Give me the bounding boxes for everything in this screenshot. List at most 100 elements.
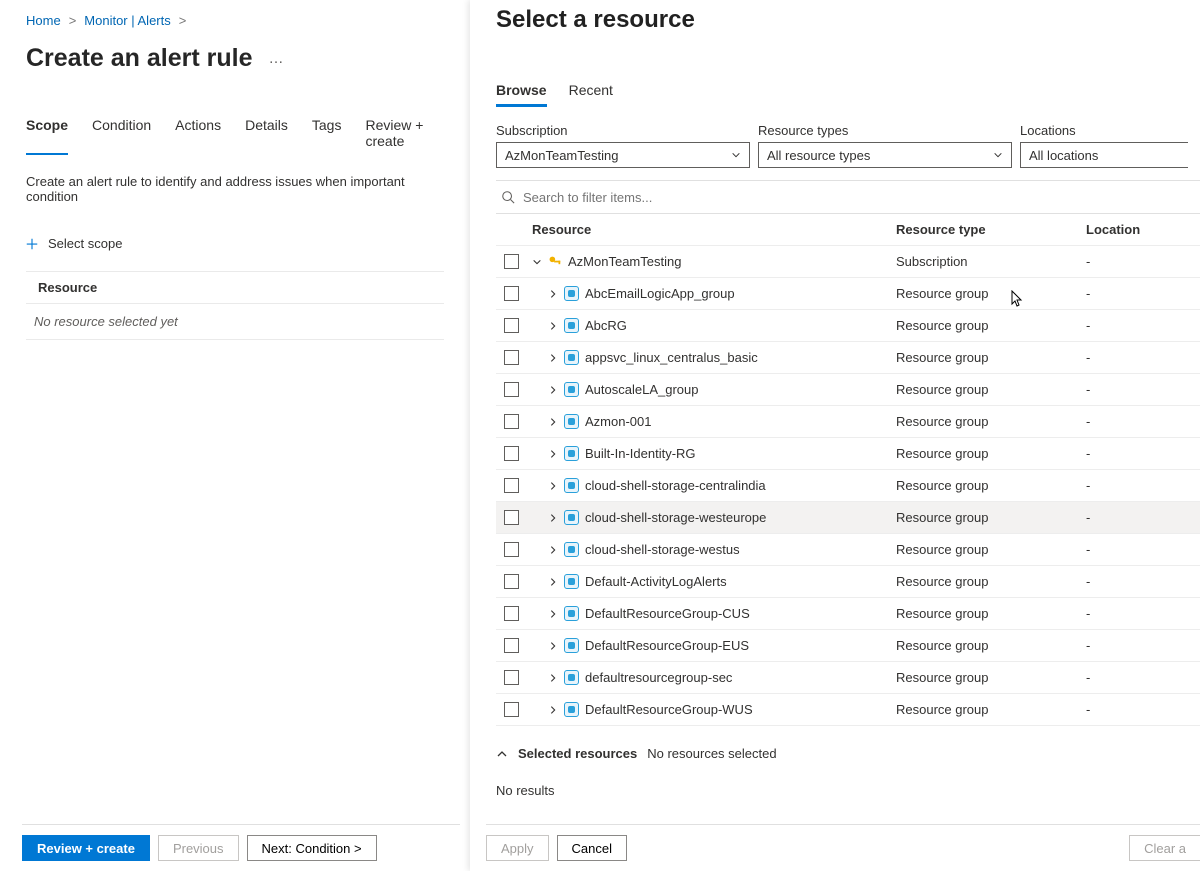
row-location: -	[1086, 382, 1196, 397]
no-results-text: No results	[496, 783, 1200, 798]
select-scope-label: Select scope	[48, 236, 122, 251]
row-location: -	[1086, 670, 1196, 685]
select-resource-panel: Select a resource Browse Recent Subscrip…	[470, 0, 1200, 871]
table-row[interactable]: cloud-shell-storage-centralindiaResource…	[496, 470, 1200, 502]
breadcrumb-separator: >	[179, 13, 187, 28]
cancel-button[interactable]: Cancel	[557, 835, 627, 861]
row-checkbox[interactable]	[504, 510, 519, 525]
locations-dropdown[interactable]: All locations	[1020, 142, 1188, 168]
col-location: Location	[1086, 222, 1196, 237]
row-checkbox[interactable]	[504, 478, 519, 493]
chevron-up-icon[interactable]	[496, 748, 508, 760]
table-row[interactable]: cloud-shell-storage-westusResource group…	[496, 534, 1200, 566]
chevron-right-icon[interactable]	[548, 513, 558, 523]
table-row[interactable]: DefaultResourceGroup-WUSResource group-	[496, 694, 1200, 726]
row-resource-name: Azmon-001	[585, 414, 651, 429]
table-row[interactable]: AbcEmailLogicApp_groupResource group-	[496, 278, 1200, 310]
panel-tab-recent[interactable]: Recent	[569, 82, 613, 107]
table-row[interactable]: DefaultResourceGroup-EUSResource group-	[496, 630, 1200, 662]
row-checkbox[interactable]	[504, 382, 519, 397]
chevron-right-icon[interactable]	[548, 673, 558, 683]
row-checkbox[interactable]	[504, 542, 519, 557]
chevron-right-icon[interactable]	[548, 481, 558, 491]
next-condition-button[interactable]: Next: Condition >	[247, 835, 377, 861]
row-resource-type: Resource group	[896, 510, 1086, 525]
row-location: -	[1086, 318, 1196, 333]
chevron-right-icon[interactable]	[548, 353, 558, 363]
table-row[interactable]: cloud-shell-storage-westeurope Resource g…	[496, 502, 1200, 534]
breadcrumb: Home > Monitor | Alerts >	[26, 10, 444, 30]
chevron-right-icon[interactable]	[548, 417, 558, 427]
row-checkbox[interactable]	[504, 318, 519, 333]
row-location: -	[1086, 606, 1196, 621]
resource-group-icon	[564, 638, 579, 653]
locations-label: Locations	[1020, 123, 1188, 138]
row-checkbox[interactable]	[504, 446, 519, 461]
row-resource-name: DefaultResourceGroup-EUS	[585, 638, 749, 653]
table-row[interactable]: Built-In-Identity-RGResource group-	[496, 438, 1200, 470]
previous-button[interactable]: Previous	[158, 835, 239, 861]
chevron-right-icon[interactable]	[548, 609, 558, 619]
chevron-right-icon[interactable]	[548, 385, 558, 395]
resource-types-dropdown[interactable]: All resource types	[758, 142, 1012, 168]
row-location: -	[1086, 254, 1196, 269]
chevron-right-icon[interactable]	[548, 577, 558, 587]
subscription-dropdown[interactable]: AzMonTeamTesting	[496, 142, 750, 168]
resource-column-header: Resource	[26, 271, 444, 304]
row-resource-type: Resource group	[896, 318, 1086, 333]
tab-tags[interactable]: Tags	[312, 117, 342, 155]
panel-tab-browse[interactable]: Browse	[496, 82, 547, 107]
tab-condition[interactable]: Condition	[92, 117, 151, 155]
table-row[interactable]: AutoscaleLA_groupResource group-	[496, 374, 1200, 406]
chevron-right-icon[interactable]	[548, 289, 558, 299]
table-row[interactable]: DefaultResourceGroup-CUSResource group-	[496, 598, 1200, 630]
search-icon	[501, 190, 515, 204]
row-checkbox[interactable]	[504, 350, 519, 365]
chevron-right-icon[interactable]	[548, 641, 558, 651]
search-input[interactable]	[523, 190, 923, 205]
row-resource-name: DefaultResourceGroup-CUS	[585, 606, 750, 621]
chevron-down-icon[interactable]	[532, 257, 542, 267]
tab-review-create[interactable]: Review + create	[365, 117, 444, 155]
chevron-right-icon[interactable]	[548, 321, 558, 331]
row-resource-type: Subscription	[896, 254, 1086, 269]
table-row[interactable]: defaultresourcegroup-secResource group-	[496, 662, 1200, 694]
review-create-button[interactable]: Review + create	[22, 835, 150, 861]
table-row[interactable]: Azmon-001Resource group-	[496, 406, 1200, 438]
chevron-right-icon[interactable]	[548, 449, 558, 459]
apply-button[interactable]: Apply	[486, 835, 549, 861]
row-checkbox[interactable]	[504, 638, 519, 653]
breadcrumb-monitor-alerts[interactable]: Monitor | Alerts	[84, 13, 170, 28]
row-checkbox[interactable]	[504, 702, 519, 717]
row-checkbox[interactable]	[504, 254, 519, 269]
tab-strip: Scope Condition Actions Details Tags Rev…	[26, 117, 444, 156]
table-row[interactable]: appsvc_linux_centralus_basicResource gro…	[496, 342, 1200, 374]
table-row[interactable]: Default-ActivityLogAlertsResource group-	[496, 566, 1200, 598]
row-resource-name: cloud-shell-storage-westeurope	[585, 510, 766, 525]
row-checkbox[interactable]	[504, 670, 519, 685]
resource-group-icon	[564, 478, 579, 493]
tab-scope[interactable]: Scope	[26, 117, 68, 155]
row-checkbox[interactable]	[504, 286, 519, 301]
row-location: -	[1086, 638, 1196, 653]
resource-empty-message: No resource selected yet	[26, 304, 444, 340]
table-row[interactable]: AzMonTeamTestingSubscription-	[496, 246, 1200, 278]
row-checkbox[interactable]	[504, 414, 519, 429]
table-row[interactable]: AbcRGResource group-	[496, 310, 1200, 342]
intro-text: Create an alert rule to identify and add…	[26, 174, 444, 204]
row-resource-type: Resource group	[896, 286, 1086, 301]
tab-actions[interactable]: Actions	[175, 117, 221, 155]
more-actions-button[interactable]: …	[269, 50, 285, 67]
resource-group-icon	[564, 510, 579, 525]
breadcrumb-home[interactable]: Home	[26, 13, 61, 28]
chevron-right-icon[interactable]	[548, 545, 558, 555]
select-scope-button[interactable]: Select scope	[26, 236, 444, 251]
row-resource-type: Resource group	[896, 574, 1086, 589]
clear-all-button[interactable]: Clear a	[1129, 835, 1200, 861]
tab-details[interactable]: Details	[245, 117, 288, 155]
chevron-right-icon[interactable]	[548, 705, 558, 715]
resource-group-icon	[564, 382, 579, 397]
row-checkbox[interactable]	[504, 606, 519, 621]
row-checkbox[interactable]	[504, 574, 519, 589]
row-resource-name: cloud-shell-storage-westus	[585, 542, 740, 557]
